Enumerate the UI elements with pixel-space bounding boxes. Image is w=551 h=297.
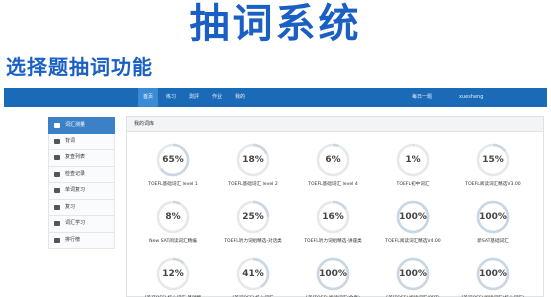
progress-percent: 100% <box>479 212 507 222</box>
vocab-name: TOEFL阅读词汇精选V4.00 <box>385 239 441 244</box>
top-navbar: 首页 练习 測評 作业 我的 每日一题 xuesheng <box>4 88 547 107</box>
vocab-name: 新SAT基础词汇 <box>477 239 509 244</box>
progress-percent: 16% <box>322 212 344 222</box>
nav-item-test[interactable]: 測評 <box>184 88 204 107</box>
progress-percent: 100% <box>399 212 427 222</box>
sidebar-item-label: 复习 <box>65 203 76 210</box>
folder-icon <box>54 155 60 160</box>
vocab-item[interactable]: 41%[美]TOEFL核心词汇 <box>215 256 290 297</box>
sidebar-item-label: 复查列表 <box>65 154 86 160</box>
revise-icon <box>54 204 60 210</box>
progress-percent: 15% <box>482 155 504 165</box>
progress-percent: 6% <box>325 155 341 165</box>
vocab-item[interactable]: 100% TOEFL阅读词汇精选V4.00 <box>375 199 450 251</box>
sidebar-item-check-record[interactable]: 检查记录 <box>48 166 115 183</box>
vocab-panel: 我的词库 65% TOEFL基础词汇 level 1 18% TOEFL基础词汇 le… <box>126 116 544 297</box>
vocab-item[interactable]: 65% TOEFL基础词汇 level 1 <box>135 142 210 194</box>
vocab-name: TOEFL听力词组精选-讲座类 <box>304 239 362 244</box>
sidebar-item-label: 排行榜 <box>65 236 81 243</box>
progress-percent: 100% <box>399 269 427 279</box>
list-icon <box>54 123 60 128</box>
nav-item-home[interactable]: 首页 <box>138 88 158 107</box>
vocab-item[interactable]: 100% 新SAT基础词汇 <box>455 199 530 251</box>
sidebar-item-label: 词汇测量 <box>65 122 86 128</box>
sidebar-item-word-review[interactable]: 单词复习 <box>48 183 115 200</box>
trophy-icon <box>54 237 60 243</box>
vocab-item[interactable]: 15% TOEFL阅读词汇精选V3.00 <box>455 142 530 194</box>
sidebar-item-label: 单词复习 <box>65 187 86 193</box>
subtitle: 选择题抽词功能 <box>6 55 153 79</box>
vocab-item[interactable]: 6% TOEFL基础词汇 level 4 <box>295 142 370 194</box>
vocab-name: TOEFL基础词汇 level 2 <box>228 182 278 187</box>
nav-item-homework[interactable]: 作业 <box>207 88 227 107</box>
sidebar-item-label: 词汇学习 <box>65 220 86 226</box>
vocab-item[interactable]: 8% New SAT阅读词汇精编 <box>135 199 210 251</box>
study-icon <box>54 221 60 226</box>
vocab-name: TOEFL听力词组精选-对话类 <box>224 239 282 244</box>
daily-question-link[interactable]: 每日一题 <box>412 88 432 107</box>
progress-percent: 18% <box>242 155 264 165</box>
book-icon <box>54 138 60 144</box>
vocab-item[interactable]: 12%[美]TOEFL核心词汇-基础版 <box>135 256 210 297</box>
record-icon <box>54 171 60 177</box>
progress-percent: 25% <box>242 212 264 222</box>
nav-item-mine[interactable]: 我的 <box>230 88 250 107</box>
vocab-name: TOEFL初中词汇 <box>396 182 430 187</box>
nav-item-practice[interactable]: 练习 <box>161 88 181 107</box>
vocab-name: TOEFL阅读词汇精选V3.00 <box>465 182 521 187</box>
vocab-item[interactable]: 1% TOEFL初中词汇 <box>375 142 450 194</box>
progress-percent: 100% <box>319 269 347 279</box>
sidebar-item-label: 检查记录 <box>65 170 86 177</box>
sidebar-item-vocab-test[interactable]: 词汇测量 <box>48 117 115 134</box>
vocab-item[interactable]: 100%[美]TOEFL阅读词汇(核心词汇) <box>455 256 530 297</box>
progress-percent: 12% <box>162 269 184 279</box>
sidebar-item-review-list[interactable]: 复查列表 <box>48 150 115 167</box>
vocab-name: TOEFL基础词汇 level 1 <box>148 182 198 187</box>
progress-percent: 41% <box>242 269 264 279</box>
progress-percent: 1% <box>405 155 421 165</box>
hero-title: 抽词系统 <box>189 1 362 47</box>
user-menu[interactable]: xuesheng <box>459 88 483 107</box>
panel-title: 我的词库 <box>127 117 543 132</box>
vocab-name: TOEFL基础词汇 level 4 <box>308 182 358 187</box>
vocab-item[interactable]: 16% TOEFL听力词组精选-讲座类 <box>295 199 370 251</box>
vocab-item[interactable]: 25% TOEFL听力词组精选-对话类 <box>215 199 290 251</box>
sidebar-item-memorize[interactable]: 背词 <box>48 133 115 150</box>
sidebar-item-label: 背词 <box>65 137 76 144</box>
review-icon <box>54 188 60 193</box>
vocab-name: New SAT阅读词汇精编 <box>149 239 197 244</box>
vocab-item[interactable]: 18% TOEFL基础词汇 level 2 <box>215 142 290 194</box>
sidebar-item-revise[interactable]: 复习 <box>48 199 115 216</box>
progress-percent: 65% <box>162 155 184 165</box>
sidebar: 词汇测量 背词 复查列表 检查记录 单词复习 复习 词汇学习 排行榜 <box>48 117 115 249</box>
sidebar-item-vocab-learning[interactable]: 词汇学习 <box>48 216 115 233</box>
page: 抽词系统 选择题抽词功能 首页 练习 測評 作业 我的 每日一题 xueshen… <box>0 0 551 297</box>
sidebar-item-leaderboard[interactable]: 排行榜 <box>48 232 115 249</box>
vocab-item[interactable]: 100%[美]TOEFL阅读词汇(全真) <box>295 256 370 297</box>
progress-percent: 100% <box>479 269 507 279</box>
vocab-item[interactable]: 100%[美]TOEFL阅读词汇(PBT) <box>375 256 450 297</box>
progress-percent: 8% <box>165 212 181 222</box>
